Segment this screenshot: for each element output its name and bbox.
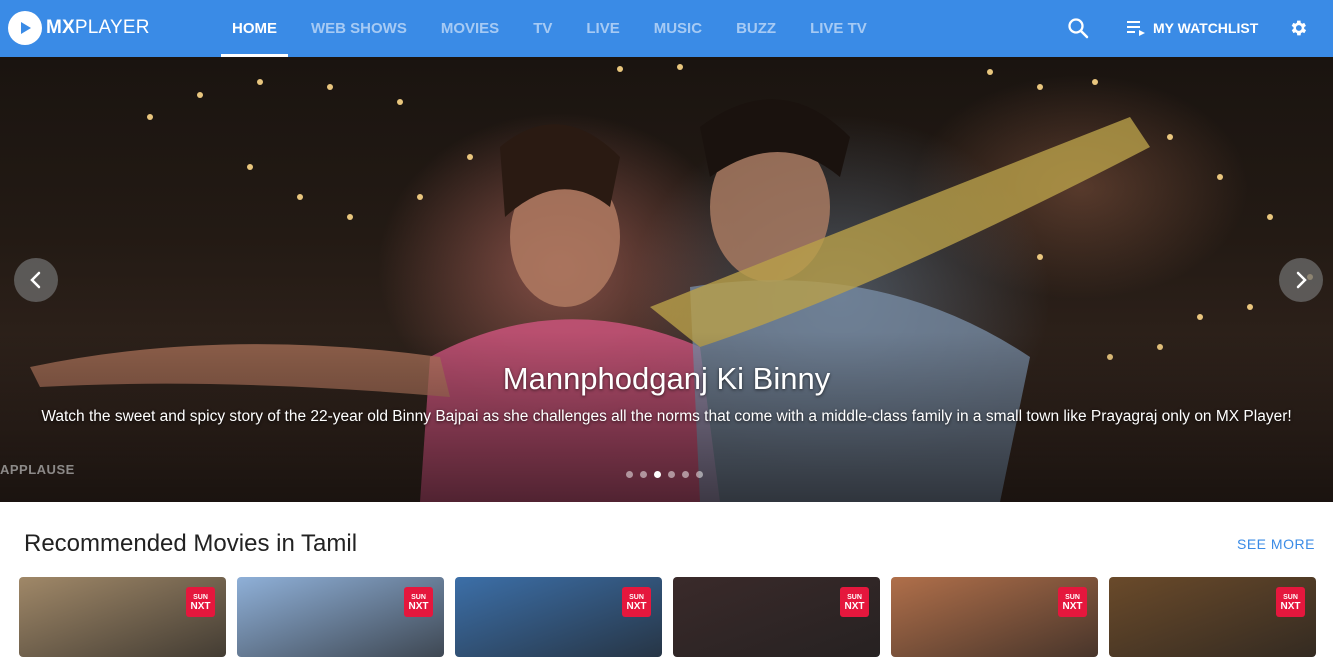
badge-bottom-text: NXT	[844, 601, 865, 612]
hero-title[interactable]: Mannphodganj Ki Binny	[0, 361, 1333, 397]
movie-card[interactable]: SUN NXT	[673, 577, 880, 657]
movie-card[interactable]: SUN NXT	[1109, 577, 1316, 657]
carousel-dot[interactable]	[696, 471, 703, 478]
badge-bottom-text: NXT	[408, 601, 429, 612]
sun-nxt-badge: SUN NXT	[1058, 587, 1087, 617]
hero-banner[interactable]: Mannphodganj Ki Binny Watch the sweet an…	[0, 57, 1333, 502]
nav-item-live[interactable]: LIVE	[575, 0, 630, 57]
sun-nxt-badge: SUN NXT	[622, 587, 651, 617]
nav-item-music[interactable]: MUSIC	[643, 0, 713, 57]
chevron-left-icon	[30, 271, 41, 289]
nav-item-movies[interactable]: MOVIES	[430, 0, 510, 57]
nav-item-buzz[interactable]: BUZZ	[725, 0, 787, 57]
carousel-dot[interactable]	[626, 471, 633, 478]
carousel-dots	[626, 471, 710, 478]
hero-description: Watch the sweet and spicy story of the 2…	[41, 408, 1292, 425]
badge-bottom-text: NXT	[190, 601, 211, 612]
nav-item-live-tv[interactable]: LIVE TV	[799, 0, 878, 57]
search-icon[interactable]	[1066, 16, 1090, 40]
applause-watermark: APPLAUSE	[0, 462, 75, 477]
badge-bottom-text: NXT	[1062, 601, 1083, 612]
badge-bottom-text: NXT	[626, 601, 647, 612]
watchlist-label: MY WATCHLIST	[1153, 20, 1259, 36]
movie-card[interactable]: SUN NXT	[455, 577, 662, 657]
movie-card[interactable]: SUN NXT	[891, 577, 1098, 657]
carousel-dot[interactable]	[682, 471, 689, 478]
carousel-next-button[interactable]	[1279, 258, 1323, 302]
badge-bottom-text: NXT	[1280, 601, 1301, 612]
carousel-prev-button[interactable]	[14, 258, 58, 302]
movie-card[interactable]: SUN NXT	[19, 577, 226, 657]
carousel-dot[interactable]	[654, 471, 661, 478]
sun-nxt-badge: SUN NXT	[840, 587, 869, 617]
mx-player-logo[interactable]: MXPLAYER	[8, 11, 150, 45]
nav-item-home[interactable]: HOME	[221, 0, 288, 57]
nav-item-tv[interactable]: TV	[522, 0, 563, 57]
play-logo-icon	[8, 11, 42, 45]
main-nav: HOME WEB SHOWS MOVIES TV LIVE MUSIC BUZZ LIVE T…	[221, 0, 890, 57]
nav-item-web-shows[interactable]: WEB SHOWS	[300, 0, 418, 57]
logo-text: MXPLAYER	[46, 17, 150, 38]
sun-nxt-badge: SUN NXT	[186, 587, 215, 617]
carousel-dot[interactable]	[668, 471, 675, 478]
my-watchlist-button[interactable]: MY WATCHLIST	[1127, 16, 1258, 40]
movie-row: SUN NXT SUN NXT SUN NXT SUN NXT SUN NXT SUN NXT	[19, 577, 1327, 657]
top-navigation-bar: MXPLAYER HOME WEB SHOWS MOVIES TV LIVE MUSIC B…	[0, 0, 1333, 57]
sun-nxt-badge: SUN NXT	[1276, 587, 1305, 617]
gear-icon[interactable]	[1286, 16, 1310, 40]
see-more-link[interactable]: SEE MORE	[1237, 536, 1315, 552]
sun-nxt-badge: SUN NXT	[404, 587, 433, 617]
playlist-icon	[1127, 21, 1145, 36]
movie-card[interactable]: SUN NXT	[237, 577, 444, 657]
chevron-right-icon	[1296, 271, 1307, 289]
section-title: Recommended Movies in Tamil	[24, 530, 358, 557]
carousel-dot[interactable]	[640, 471, 647, 478]
